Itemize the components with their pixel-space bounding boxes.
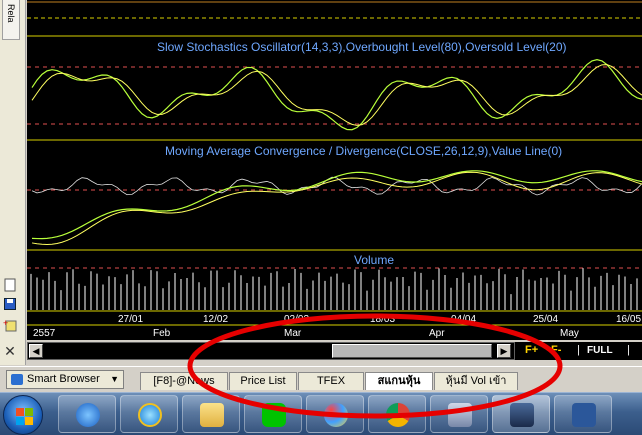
- month-label: 2557: [33, 328, 56, 339]
- date-label: 16/05: [616, 314, 641, 325]
- bottom-tab-bar: Smart Browser ▼ [F8]-@News Price List TF…: [0, 366, 642, 392]
- smart-browser-button[interactable]: Smart Browser ▼: [6, 370, 124, 389]
- tab-price-list[interactable]: Price List: [229, 372, 297, 390]
- chrome-icon: [386, 403, 410, 427]
- macd-lines: [31, 170, 642, 245]
- date-label: 12/02: [203, 314, 228, 325]
- windows-taskbar: [0, 392, 642, 435]
- chevron-down-icon[interactable]: ▼: [110, 371, 119, 388]
- date-label: 27/01: [118, 314, 143, 325]
- macd-signal-line: [31, 171, 642, 245]
- internet-explorer-icon: [138, 403, 162, 427]
- internet-explorer-button[interactable]: [120, 395, 178, 433]
- month-label: Mar: [284, 328, 302, 339]
- add-item-icon[interactable]: +: [3, 318, 17, 332]
- stock-app-button[interactable]: [430, 395, 488, 433]
- svg-text:+: +: [3, 318, 8, 328]
- save-icon[interactable]: [3, 298, 17, 312]
- speed-app-button[interactable]: [58, 395, 116, 433]
- month-label: Feb: [153, 328, 171, 339]
- zoom-controls: F+ F- | FULL |: [515, 342, 642, 360]
- date-label: 02/03: [284, 314, 309, 325]
- volume-title: Volume: [354, 253, 394, 267]
- application-window: Rela + ✕ Slow Stochastics Oscillator(14,…: [0, 0, 642, 435]
- scroll-left-button[interactable]: ◀: [29, 344, 43, 358]
- word-button[interactable]: [554, 395, 612, 433]
- macd-title: Moving Average Convergence / Divergence(…: [165, 144, 562, 158]
- start-flag-blue: [16, 417, 24, 425]
- macd-line: [31, 170, 642, 240]
- start-orb-icon[interactable]: [3, 395, 43, 435]
- smart-browser-label: Smart Browser: [27, 373, 100, 385]
- date-label: 25/04: [533, 314, 558, 325]
- chart-canvas[interactable]: Slow Stochastics Oscillator(14,3,3),Over…: [27, 0, 642, 340]
- tab-stock-scan[interactable]: สแกนหุ้น: [365, 372, 433, 390]
- related-tab-label: Rela: [6, 4, 16, 23]
- chart-panel[interactable]: Slow Stochastics Oscillator(14,3,3),Over…: [27, 0, 642, 340]
- stochastics-title: Slow Stochastics Oscillator(14,3,3),Over…: [157, 40, 567, 54]
- speed-app-icon: [76, 403, 100, 427]
- date-label: 18/03: [370, 314, 395, 325]
- zoom-out-button[interactable]: F-: [551, 344, 561, 356]
- chart-app-icon: [510, 403, 534, 427]
- start-flag-green: [25, 408, 33, 416]
- line-app-icon: [262, 403, 286, 427]
- tab-tfex[interactable]: TFEX: [298, 372, 364, 390]
- chart-horizontal-scrollbar[interactable]: ◀ ▶: [27, 342, 515, 360]
- word-icon: [572, 403, 596, 427]
- volume-bars: [30, 268, 638, 310]
- start-flag-yellow: [25, 417, 33, 425]
- zoom-in-button[interactable]: F+: [525, 344, 538, 356]
- stochastics-d-line: [31, 64, 642, 126]
- stochastics-k-line: [31, 58, 642, 131]
- smart-browser-icon: [11, 374, 23, 385]
- left-toolbar: Rela + ✕: [0, 0, 26, 365]
- line-app-button[interactable]: [244, 395, 302, 433]
- scroll-right-button[interactable]: ▶: [497, 344, 511, 358]
- month-axis-labels: 2557 Feb Mar Apr May: [33, 328, 579, 339]
- start-flag-red: [16, 408, 24, 416]
- tab-news[interactable]: [F8]-@News: [140, 372, 228, 390]
- paint-button[interactable]: [306, 395, 364, 433]
- close-icon[interactable]: ✕: [3, 344, 17, 358]
- new-document-icon[interactable]: [3, 278, 17, 292]
- chrome-button[interactable]: [368, 395, 426, 433]
- paint-icon: [324, 403, 348, 427]
- file-explorer-icon: [200, 403, 224, 427]
- stochastics-lines: [31, 58, 642, 131]
- zoom-separator: |: [627, 344, 630, 356]
- zoom-separator: |: [577, 344, 580, 356]
- month-label: May: [560, 328, 579, 339]
- related-side-tab[interactable]: Rela: [2, 0, 20, 40]
- file-explorer-button[interactable]: [182, 395, 240, 433]
- month-label: Apr: [429, 328, 445, 339]
- date-axis-labels: 27/01 12/02 02/03 18/03 04/04 25/04 16/0…: [118, 314, 641, 325]
- full-view-button[interactable]: FULL: [587, 345, 613, 356]
- stock-app-icon: [448, 403, 472, 427]
- scroll-thumb[interactable]: [332, 344, 492, 358]
- date-label: 04/04: [451, 314, 476, 325]
- chart-app-button[interactable]: [492, 395, 550, 433]
- tab-volume-stocks[interactable]: หุ้นมี Vol เข้า: [434, 372, 518, 390]
